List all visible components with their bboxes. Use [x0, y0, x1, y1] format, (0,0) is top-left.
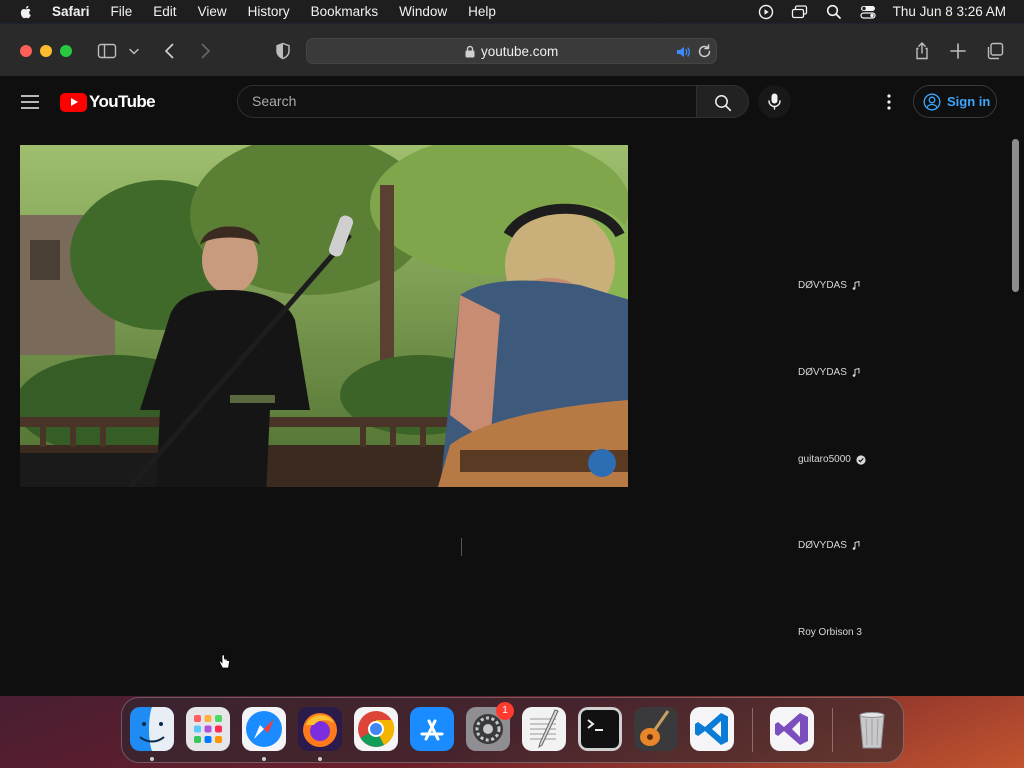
vscode-icon — [690, 707, 734, 751]
spotlight-search-icon[interactable] — [825, 4, 843, 20]
menu-bar: Safari File Edit View History Bookmarks … — [0, 0, 1024, 23]
reload-icon[interactable] — [697, 44, 712, 59]
finder-icon — [130, 707, 174, 751]
dock-app-finder[interactable] — [130, 707, 174, 751]
recommendation-channel-1[interactable]: DØVYDAS — [798, 280, 860, 291]
music-note-icon — [852, 368, 860, 377]
dock-app-garageband[interactable] — [634, 707, 678, 751]
dock-app-vscode[interactable] — [690, 707, 734, 751]
share-icon[interactable] — [912, 41, 932, 61]
youtube-page: YouTube Search Sign in DØVYDAS DØVYDAS g… — [0, 77, 1024, 696]
menu-edit[interactable]: Edit — [153, 4, 176, 19]
window-close-button[interactable] — [20, 45, 32, 57]
hamburger-menu-icon[interactable] — [21, 95, 39, 109]
dock-app-trash[interactable] — [850, 707, 894, 751]
menu-bookmarks[interactable]: Bookmarks — [311, 4, 379, 19]
audio-playing-speaker-icon[interactable] — [675, 44, 691, 60]
progress-marker — [461, 538, 462, 556]
window-minimize-button[interactable] — [40, 45, 52, 57]
window-zoom-button[interactable] — [60, 45, 72, 57]
new-tab-plus-icon[interactable] — [948, 41, 968, 61]
privacy-shield-icon[interactable] — [273, 41, 293, 61]
menu-file[interactable]: File — [111, 4, 133, 19]
channel-name: DØVYDAS — [798, 367, 847, 378]
video-frame — [20, 145, 628, 487]
search-button[interactable] — [696, 85, 749, 118]
recommendation-channel-5[interactable]: Roy Orbison 3 — [798, 627, 862, 638]
microphone-icon — [768, 93, 781, 110]
youtube-logo-text: YouTube — [89, 92, 156, 111]
youtube-logo[interactable]: YouTube — [60, 92, 156, 112]
menu-bar-status-area: Thu Jun 8 3:26 AM — [741, 0, 1006, 23]
dock-app-textedit[interactable] — [522, 707, 566, 751]
youtube-play-logo-icon — [60, 92, 87, 112]
more-options-icon[interactable] — [886, 93, 892, 111]
music-note-icon — [852, 541, 860, 550]
sign-in-button[interactable]: Sign in — [913, 85, 997, 118]
visual-studio-icon — [770, 707, 814, 751]
dock-app-terminal[interactable] — [578, 707, 622, 751]
hand-pointer-cursor-icon — [218, 654, 230, 669]
channel-name: Roy Orbison 3 — [798, 627, 862, 638]
voice-search-button[interactable] — [758, 85, 791, 118]
dock-separator — [832, 708, 833, 752]
verified-check-icon — [856, 454, 866, 465]
chrome-icon — [354, 707, 398, 751]
lock-icon — [465, 45, 475, 58]
media-play-icon[interactable] — [757, 4, 775, 20]
channel-name: DØVYDAS — [798, 280, 847, 291]
forward-arrow-icon[interactable] — [195, 41, 215, 61]
menu-app-name[interactable]: Safari — [52, 4, 90, 19]
video-player[interactable] — [20, 145, 628, 487]
launchpad-icon — [186, 707, 230, 751]
menu-view[interactable]: View — [198, 4, 227, 19]
firefox-icon — [298, 707, 342, 751]
menu-bar-clock[interactable]: Thu Jun 8 3:26 AM — [893, 4, 1006, 19]
recommendation-channel-3[interactable]: guitaro5000 — [798, 454, 866, 465]
tab-group-chevron-icon[interactable] — [127, 41, 141, 61]
textedit-icon — [522, 707, 566, 751]
address-url: youtube.com — [481, 44, 559, 59]
sign-in-label: Sign in — [947, 94, 991, 109]
notification-badge: 1 — [496, 702, 514, 720]
screen-mirroring-icon[interactable] — [791, 4, 809, 20]
apple-icon[interactable] — [18, 4, 34, 20]
channel-name: DØVYDAS — [798, 540, 847, 551]
terminal-icon — [578, 707, 622, 751]
running-indicator — [150, 757, 154, 761]
control-center-icon[interactable] — [859, 4, 877, 20]
running-indicator — [262, 757, 266, 761]
safari-window: youtube.com YouTube Search Sign in DØVYD… — [0, 24, 1024, 696]
trash-icon — [859, 712, 885, 749]
search-input[interactable]: Search — [237, 85, 697, 118]
guitar-icon — [634, 707, 678, 751]
search-icon — [715, 95, 732, 112]
safari-compass-icon — [242, 707, 286, 751]
dock-app-chrome[interactable] — [354, 707, 398, 751]
running-indicator — [318, 757, 322, 761]
dock-app-visual-studio[interactable] — [770, 707, 814, 751]
channel-name: guitaro5000 — [798, 454, 851, 465]
dock-app-safari[interactable] — [242, 707, 286, 751]
dock-app-firefox[interactable] — [298, 707, 342, 751]
tab-overview-icon[interactable] — [985, 41, 1005, 61]
app-store-icon — [410, 707, 454, 751]
back-arrow-icon[interactable] — [160, 41, 180, 61]
safari-toolbar: youtube.com — [0, 24, 1024, 77]
page-scrollbar[interactable] — [1012, 139, 1019, 292]
sidebar-toggle-icon[interactable] — [97, 41, 117, 61]
recommendation-channel-4[interactable]: DØVYDAS — [798, 540, 860, 551]
menu-window[interactable]: Window — [399, 4, 447, 19]
dock-separator — [752, 708, 753, 752]
dock-app-app-store[interactable] — [410, 707, 454, 751]
recommendation-channel-2[interactable]: DØVYDAS — [798, 367, 860, 378]
account-circle-icon — [923, 93, 941, 110]
menu-help[interactable]: Help — [468, 4, 496, 19]
dock-app-launchpad[interactable] — [186, 707, 230, 751]
menu-history[interactable]: History — [248, 4, 290, 19]
music-note-icon — [852, 281, 860, 290]
address-bar[interactable]: youtube.com — [306, 38, 717, 64]
